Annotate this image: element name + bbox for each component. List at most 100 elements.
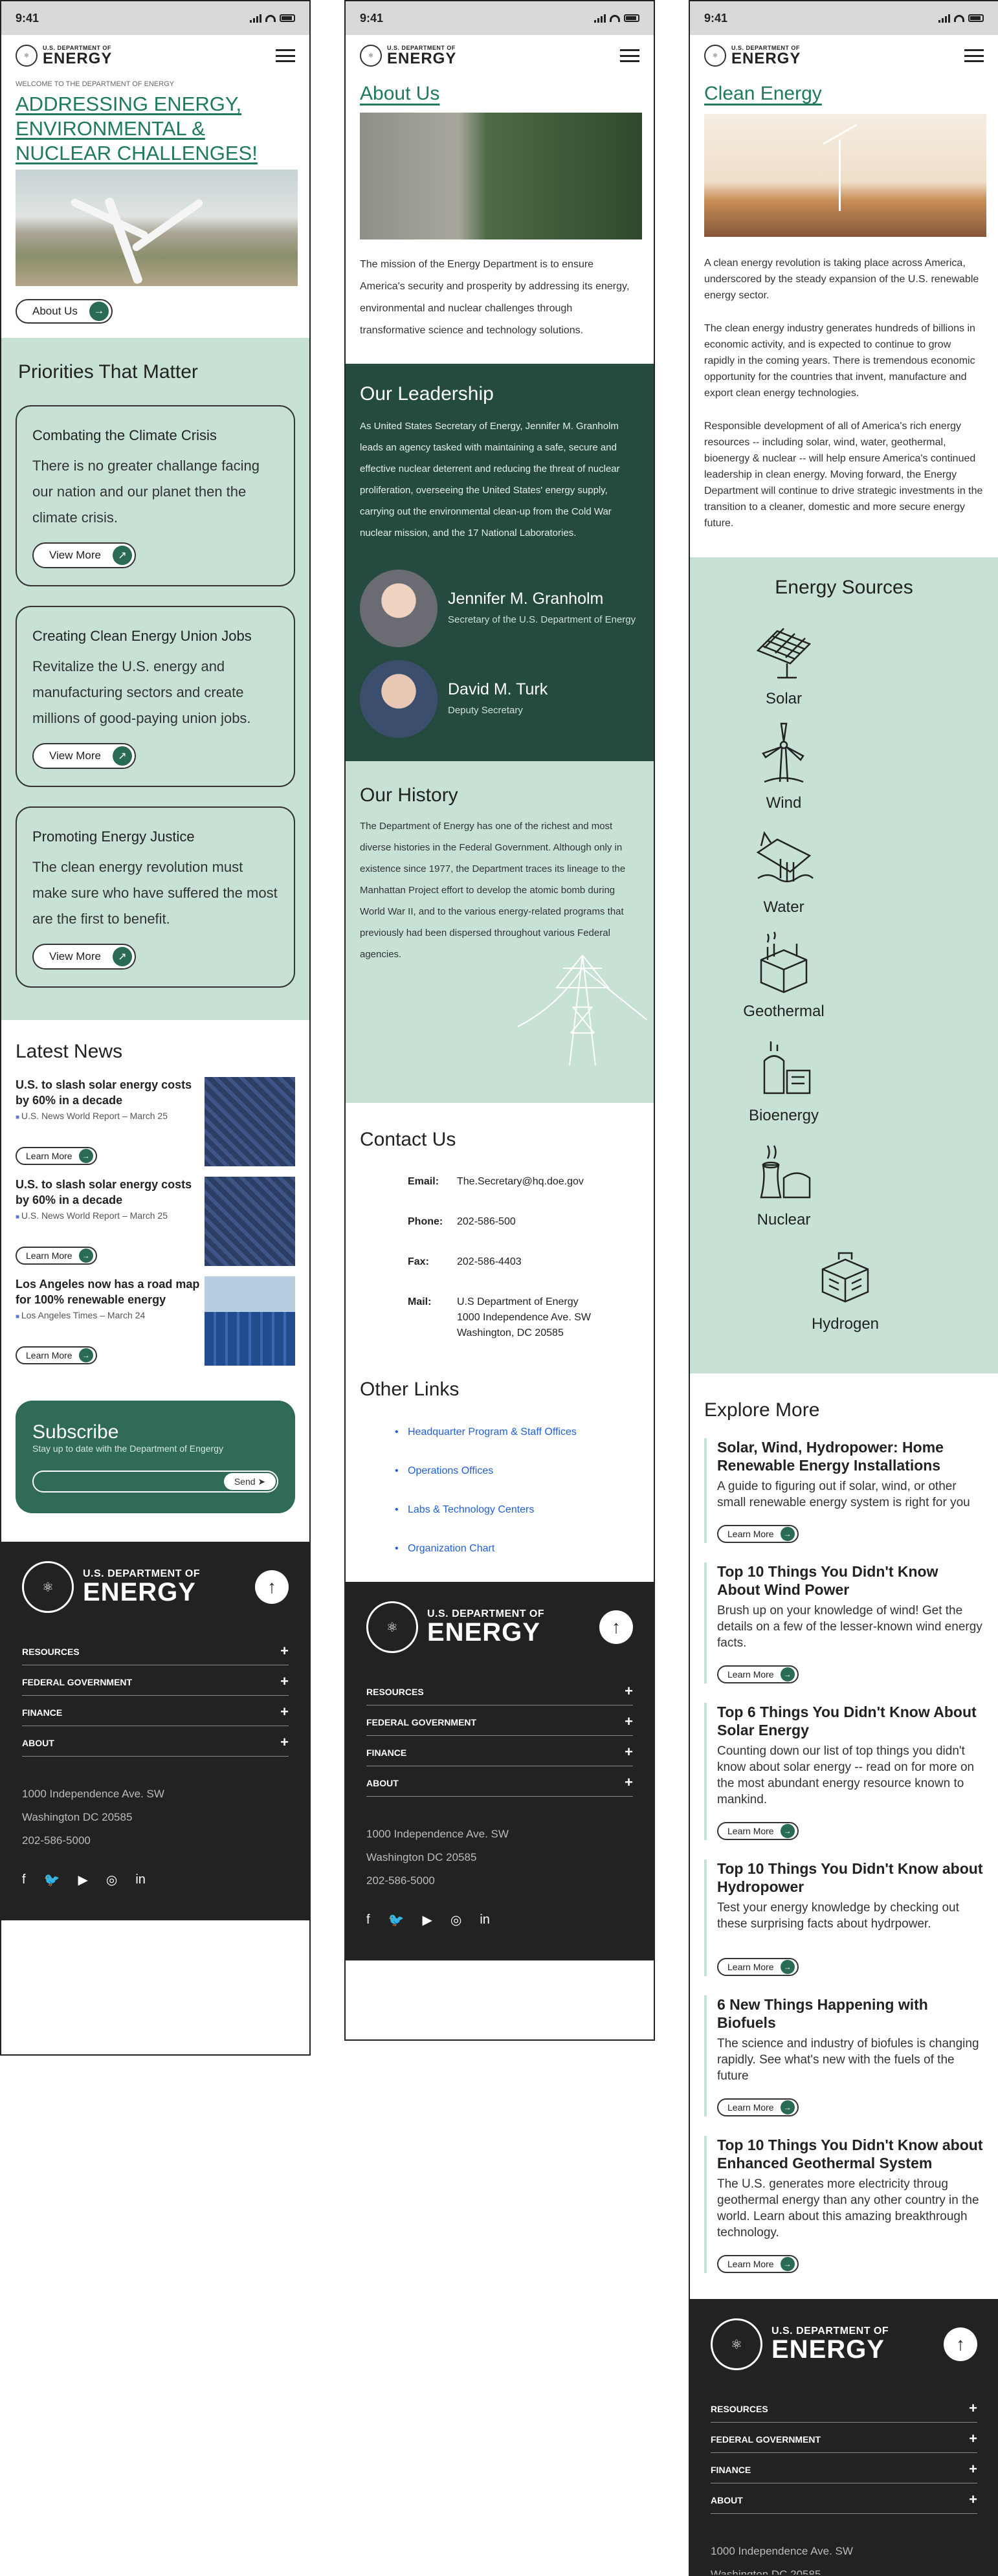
contact-value[interactable]: The.Secretary@hq.doe.gov [457, 1174, 584, 1190]
footer-logo[interactable]: ⚛ U.S. DEPARTMENT OF ENERGY [711, 2318, 889, 2370]
link-hq-offices[interactable]: Headquarter Program & Staff Offices [346, 1427, 654, 1438]
learn-more-button[interactable]: Learn More → [717, 2255, 799, 2273]
site-logo[interactable]: ⚛ U.S. DEPARTMENT OF ENERGY [360, 45, 456, 67]
source-label: Hydrogen [811, 1315, 880, 1333]
learn-more-button[interactable]: Learn More → [717, 1822, 799, 1840]
plus-icon: + [280, 1673, 289, 1689]
leader-card[interactable]: Jennifer M. Granholm Secretary of the U.S… [346, 570, 654, 647]
plus-icon: + [625, 1713, 633, 1729]
footer-row-resources[interactable]: RESOURCES + [366, 1679, 633, 1705]
linkedin-icon[interactable]: in [480, 1913, 490, 1927]
arrow-up-right-icon: ↗ [113, 947, 132, 966]
footer-row-about[interactable]: ABOUT + [366, 1770, 633, 1797]
solar-panel-image [205, 1077, 295, 1166]
explore-title-text[interactable]: Top 10 Things You Didn't Know about Enha… [717, 2136, 984, 2172]
learn-more-button[interactable]: Learn More → [16, 1147, 97, 1165]
learn-more-button[interactable]: Learn More → [16, 1346, 97, 1364]
facebook-icon[interactable]: f [366, 1913, 370, 1927]
explore-title-text[interactable]: Top 10 Things You Didn't Know about Hydr… [717, 1860, 984, 1896]
send-button[interactable]: Send ➤ [224, 1473, 276, 1490]
hamburger-menu-icon[interactable] [276, 49, 295, 62]
priority-card-body: The clean energy revolution must make su… [32, 859, 278, 927]
energy-sources-title: Energy Sources [775, 577, 913, 598]
instagram-icon[interactable]: ◎ [106, 1872, 117, 1888]
footer-logo-big: ENERGY [771, 2335, 885, 2364]
footer-logo[interactable]: ⚛ U.S. DEPARTMENT OF ENERGY [22, 1561, 200, 1613]
view-more-button[interactable]: View More ↗ [32, 542, 136, 568]
source-solar[interactable]: Solar [722, 618, 845, 708]
other-links-title: Other Links [360, 1379, 460, 1400]
footer-row-about[interactable]: ABOUT + [22, 1730, 289, 1757]
explore-title-text[interactable]: Top 10 Things You Didn't Know About Wind… [717, 1562, 984, 1599]
clean-paragraph-2: The clean energy industry generates hund… [704, 323, 975, 399]
learn-more-button[interactable]: Learn More → [717, 2098, 799, 2116]
footer-row-resources[interactable]: RESOURCES + [711, 2396, 977, 2423]
hamburger-menu-icon[interactable] [964, 49, 984, 62]
view-more-button[interactable]: View More ↗ [32, 944, 136, 970]
explore-title-text[interactable]: 6 New Things Happening with Biofuels [717, 1995, 984, 2032]
arrow-right-icon: → [780, 1667, 795, 1682]
battery-icon [624, 14, 639, 22]
learn-more-button[interactable]: Learn More → [717, 1958, 799, 1976]
footer-row-about[interactable]: ABOUT + [711, 2487, 977, 2514]
priority-card-body: There is no greater challange facing our… [32, 458, 260, 526]
footer-address: 1000 Independence Ave. SW Washington DC 2… [22, 1782, 289, 1852]
site-logo[interactable]: ⚛ U.S. DEPARTMENT OF ENERGY [704, 45, 801, 67]
footer-row-federal[interactable]: FEDERAL GOVERNMENT + [711, 2426, 977, 2453]
news-title[interactable]: Los Angeles now has a road map for 100% … [16, 1276, 203, 1307]
source-bioenergy[interactable]: Bioenergy [722, 1035, 845, 1125]
twitter-icon[interactable]: 🐦 [44, 1872, 60, 1888]
footer-row-federal[interactable]: FEDERAL GOVERNMENT + [366, 1709, 633, 1736]
contact-value[interactable]: 202-586-500 [457, 1214, 516, 1230]
learn-more-button[interactable]: Learn More → [717, 1525, 799, 1543]
instagram-icon[interactable]: ◎ [450, 1912, 461, 1928]
facebook-icon[interactable]: f [22, 1872, 26, 1887]
footer-row-finance[interactable]: FINANCE + [711, 2457, 977, 2483]
footer-row-resources[interactable]: RESOURCES + [22, 1639, 289, 1665]
source-water[interactable]: Water [722, 827, 845, 916]
hamburger-menu-icon[interactable] [620, 49, 639, 62]
back-to-top-icon[interactable]: ↑ [944, 2327, 977, 2361]
plus-icon: + [625, 1774, 633, 1790]
learn-more-button[interactable]: Learn More → [16, 1247, 97, 1265]
footer-row-federal[interactable]: FEDERAL GOVERNMENT + [22, 1669, 289, 1696]
leader-card[interactable]: David M. Turk Deputy Secretary [346, 660, 654, 738]
footer-row-finance[interactable]: FINANCE + [366, 1740, 633, 1766]
contact-label: Email: [408, 1176, 439, 1187]
back-to-top-icon[interactable]: ↑ [255, 1570, 289, 1604]
footer-logo[interactable]: ⚛ U.S. DEPARTMENT OF ENERGY [366, 1601, 544, 1653]
about-us-button[interactable]: About Us → [16, 299, 113, 324]
youtube-icon[interactable]: ▶ [78, 1872, 87, 1888]
source-wind[interactable]: Wind [722, 722, 845, 812]
site-footer: ⚛ U.S. DEPARTMENT OF ENERGY ↑ RESOURCES + F… [690, 2299, 998, 2575]
learn-more-label: Learn More [727, 1962, 774, 1972]
footer-row-finance[interactable]: FINANCE + [22, 1700, 289, 1726]
view-more-button[interactable]: View More ↗ [32, 743, 136, 769]
leader-name: Jennifer M. Granholm [448, 589, 604, 608]
explore-title-text[interactable]: Solar, Wind, Hydropower: Home Renewable … [717, 1438, 984, 1474]
contact-row-fax: Fax: 202-586-4403 [346, 1254, 654, 1270]
link-labs[interactable]: Labs & Technology Centers [346, 1504, 654, 1516]
link-operations-offices[interactable]: Operations Offices [346, 1465, 654, 1477]
linkedin-icon[interactable]: in [135, 1872, 146, 1887]
site-logo[interactable]: ⚛ U.S. DEPARTMENT OF ENERGY [16, 45, 112, 67]
clean-energy-title: Clean Energy [704, 83, 822, 104]
source-geothermal[interactable]: Geothermal [722, 931, 845, 1021]
youtube-icon[interactable]: ▶ [422, 1912, 432, 1928]
source-hydrogen[interactable]: Hydrogen [784, 1243, 907, 1333]
contact-row-mail: Mail: U.S Department of Energy 1000 Indep… [346, 1294, 654, 1341]
wind-farm-sunset-image [704, 114, 986, 237]
leader-name: David M. Turk [448, 680, 548, 698]
news-item: U.S. to slash solar energy costs by 60% … [1, 1177, 309, 1266]
twitter-icon[interactable]: 🐦 [388, 1912, 405, 1928]
news-title[interactable]: U.S. to slash solar energy costs by 60% … [16, 1077, 203, 1108]
link-org-chart[interactable]: Organization Chart [346, 1543, 654, 1555]
subscribe-email-input[interactable]: Send ➤ [32, 1471, 278, 1493]
arrow-up-right-icon: ↗ [113, 546, 132, 565]
site-footer: ⚛ U.S. DEPARTMENT OF ENERGY ↑ RESOURCES + F… [1, 1542, 309, 1920]
news-title[interactable]: U.S. to slash solar energy costs by 60% … [16, 1177, 203, 1208]
explore-title-text[interactable]: Top 6 Things You Didn't Know About Solar… [717, 1703, 984, 1739]
back-to-top-icon[interactable]: ↑ [599, 1610, 633, 1644]
learn-more-button[interactable]: Learn More → [717, 1665, 799, 1683]
source-nuclear[interactable]: Nuclear [722, 1139, 845, 1229]
